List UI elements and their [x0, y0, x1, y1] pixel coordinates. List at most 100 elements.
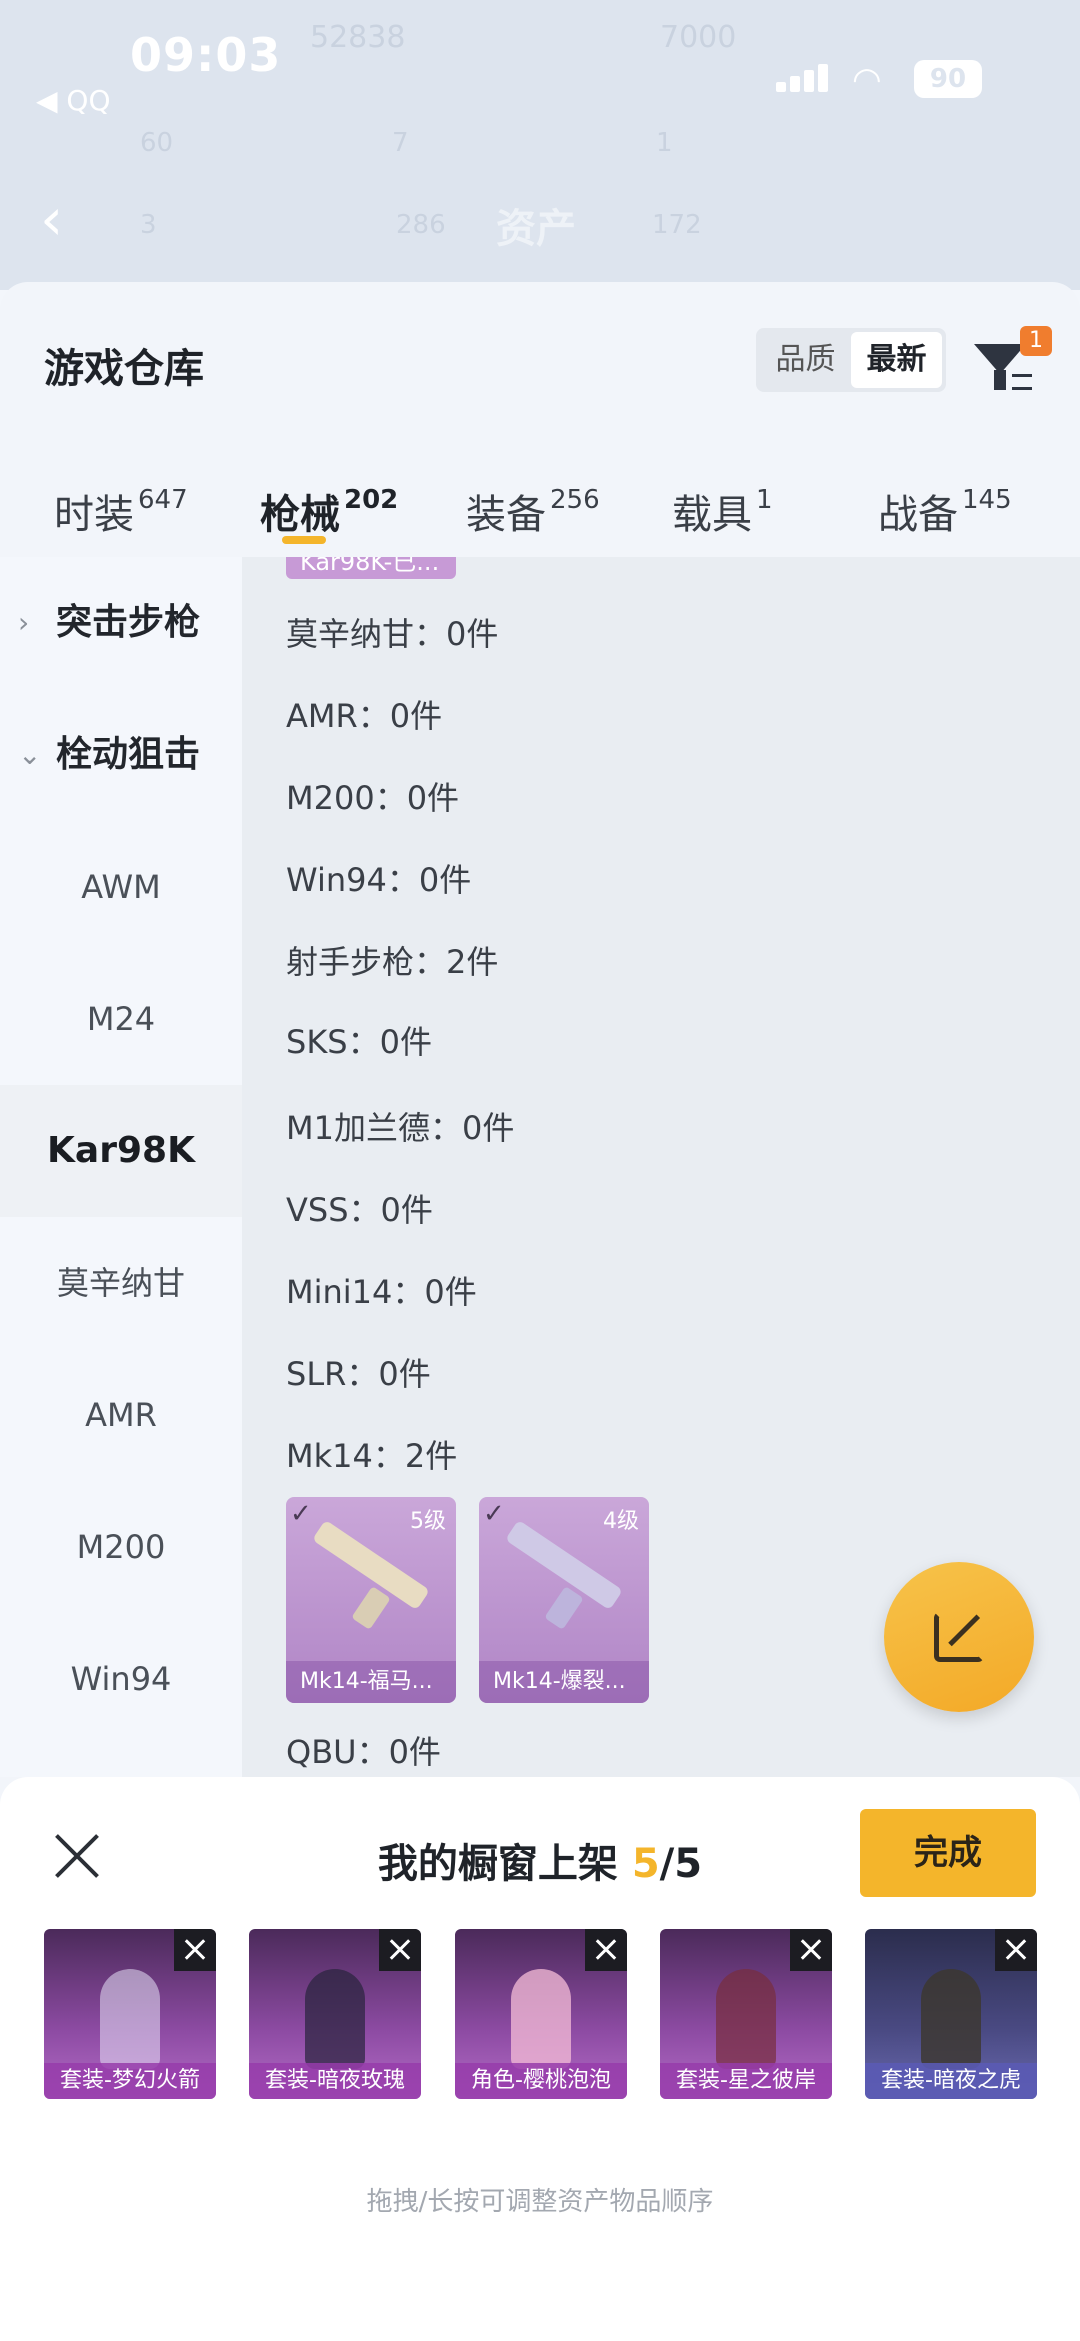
tab-fashion[interactable]: 时装 647 [54, 482, 188, 540]
back-to-qq-link[interactable]: ◀ QQ [36, 84, 111, 117]
showcase-count: 5 [631, 1841, 660, 1887]
tab-label: 时装 [54, 492, 134, 538]
showcase-items: 套装-梦幻火箭 套装-暗夜玫瑰 角色-樱桃泡泡 套装-星之彼岸 套装-暗夜之虎 [44, 1929, 1044, 2099]
list-item: Mk14：2件 [286, 1437, 458, 1475]
list-item: AMR：0件 [286, 697, 443, 735]
remove-item-icon[interactable] [995, 1929, 1037, 1971]
faded-value: 7 [392, 128, 409, 158]
tab-count: 256 [550, 484, 600, 515]
sidebar-item-amr[interactable]: AMR [0, 1349, 242, 1481]
rifle-grip-shape [544, 1586, 584, 1630]
showcase-item[interactable]: 角色-樱桃泡泡 [455, 1929, 627, 2099]
tab-count: 202 [344, 484, 399, 515]
faded-value: 172 [652, 210, 702, 240]
sidebar-item-kar98k[interactable]: Kar98K [0, 1085, 242, 1217]
faded-value: 3 [140, 210, 157, 240]
weapon-level: 4级 [603, 1509, 639, 1534]
list-item: M1加兰德：0件 [286, 1109, 515, 1147]
list-item: 射手步枪：2件 [286, 943, 499, 981]
remove-item-icon[interactable] [174, 1929, 216, 1971]
signal-icon [776, 64, 832, 92]
weapon-card-name: Kar98K-已... [300, 557, 440, 576]
filter-badge: 1 [1020, 326, 1052, 356]
check-icon: ✓ [290, 1499, 312, 1529]
list-item: Win94：0件 [286, 861, 472, 899]
remove-item-icon[interactable] [379, 1929, 421, 1971]
chevron-down-icon: ⌄ [18, 738, 42, 771]
background-header: 09:03 ◀ QQ 52838 7000 60 7 1 3 286 172 ◠… [0, 0, 1080, 290]
filter-icon-lines [1012, 374, 1032, 390]
showcase-item-label: 套装-暗夜玫瑰 [249, 2063, 421, 2099]
character-figure [100, 1969, 160, 2069]
chevron-right-icon: › [18, 606, 30, 639]
tab-vehicles[interactable]: 载具 1 [672, 482, 773, 540]
showcase-item[interactable]: 套装-梦幻火箭 [44, 1929, 216, 2099]
sidebar-item-m24[interactable]: M24 [0, 953, 242, 1085]
list-item: SLR：0件 [286, 1355, 431, 1393]
weapon-card-partial[interactable]: Kar98K-已... [286, 557, 456, 579]
tab-label: 战备 [878, 492, 958, 538]
category-tabs: 时装 647 枪械 202 装备 256 载具 1 战备 145 [0, 460, 1080, 552]
share-fab[interactable] [884, 1562, 1034, 1712]
tab-count: 1 [756, 484, 773, 515]
faded-value: 7000 [660, 20, 737, 55]
faded-value: 60 [140, 128, 174, 158]
status-time: 09:03 [130, 28, 282, 82]
sidebar-group-label: 突击步枪 [56, 602, 201, 643]
list-item: 莫辛纳甘：0件 [286, 615, 499, 653]
showcase-item-label: 套装-星之彼岸 [660, 2063, 832, 2099]
tab-supplies[interactable]: 战备 145 [878, 482, 1012, 540]
character-figure [305, 1969, 365, 2069]
sidebar-item-win94[interactable]: Win94 [0, 1613, 242, 1745]
sidebar-group-assault-rifle[interactable]: › 突击步枪 [0, 557, 242, 689]
list-item: Mini14：0件 [286, 1273, 477, 1311]
tab-label: 枪械 [260, 492, 340, 538]
list-item: QBU：0件 [286, 1733, 441, 1771]
weapon-card-name: Mk14-爆裂... [479, 1661, 649, 1703]
showcase-item[interactable]: 套装-暗夜之虎 [865, 1929, 1037, 2099]
list-item: M200：0件 [286, 779, 460, 817]
remove-item-icon[interactable] [790, 1929, 832, 1971]
showcase-item-label: 套装-梦幻火箭 [44, 2063, 216, 2099]
weapon-card-name: Mk14-福马... [286, 1661, 456, 1703]
showcase-item-label: 套装-暗夜之虎 [865, 2063, 1037, 2099]
sort-latest-button[interactable]: 最新 [851, 332, 942, 388]
filter-icon-stem [994, 370, 1006, 390]
sheet-title: 游戏仓库 [44, 346, 204, 392]
sort-quality-button[interactable]: 品质 [760, 332, 851, 388]
sidebar-item-awm[interactable]: AWM [0, 821, 242, 953]
weapon-type-sidebar: › 突击步枪 ⌄ 栓动狙击 AWM M24 Kar98K 莫辛纳甘 AMR M2… [0, 557, 242, 1777]
weapon-card[interactable]: ✓ 4级 Mk14-爆裂... [479, 1497, 649, 1703]
sidebar-item-mosin[interactable]: 莫辛纳甘 [0, 1217, 242, 1349]
showcase-item[interactable]: 套装-星之彼岸 [660, 1929, 832, 2099]
sidebar-group-label: 栓动狙击 [56, 734, 201, 775]
showcase-panel: 我的橱窗上架 5/5 完成 套装-梦幻火箭 套装-暗夜玫瑰 角色-樱桃泡泡 套装… [0, 1777, 1080, 2341]
tab-label: 载具 [672, 492, 752, 538]
sidebar-group-bolt-sniper[interactable]: ⌄ 栓动狙击 [0, 689, 242, 821]
tab-equipment[interactable]: 装备 256 [466, 482, 600, 540]
sidebar-item-m200[interactable]: M200 [0, 1481, 242, 1613]
showcase-total: /5 [659, 1841, 703, 1887]
active-tab-indicator [282, 536, 326, 544]
list-item: SKS：0件 [286, 1023, 432, 1061]
check-icon: ✓ [483, 1499, 505, 1529]
panel-title-text: 我的橱窗上架 [377, 1841, 632, 1887]
tab-count: 145 [962, 484, 1012, 515]
faded-value: 286 [396, 210, 446, 240]
done-button[interactable]: 完成 [860, 1809, 1036, 1897]
character-figure [716, 1969, 776, 2069]
sort-toggle: 品质 最新 [756, 328, 946, 392]
weapon-card[interactable]: ✓ 5级 Mk14-福马... [286, 1497, 456, 1703]
showcase-item[interactable]: 套装-暗夜玫瑰 [249, 1929, 421, 2099]
faded-value: 52838 [310, 20, 406, 55]
character-figure [921, 1969, 981, 2069]
tab-firearms[interactable]: 枪械 202 [260, 482, 398, 540]
filter-button[interactable]: 1 [970, 326, 1052, 396]
back-chevron-icon[interactable]: ‹ [40, 190, 63, 248]
battery-indicator: 90 [914, 60, 982, 98]
wifi-icon: ◠ [852, 60, 882, 100]
reorder-hint: 拖拽/长按可调整资产物品顺序 [366, 2187, 714, 2217]
tab-label: 装备 [466, 492, 546, 538]
faded-value: 1 [656, 128, 673, 158]
remove-item-icon[interactable] [585, 1929, 627, 1971]
